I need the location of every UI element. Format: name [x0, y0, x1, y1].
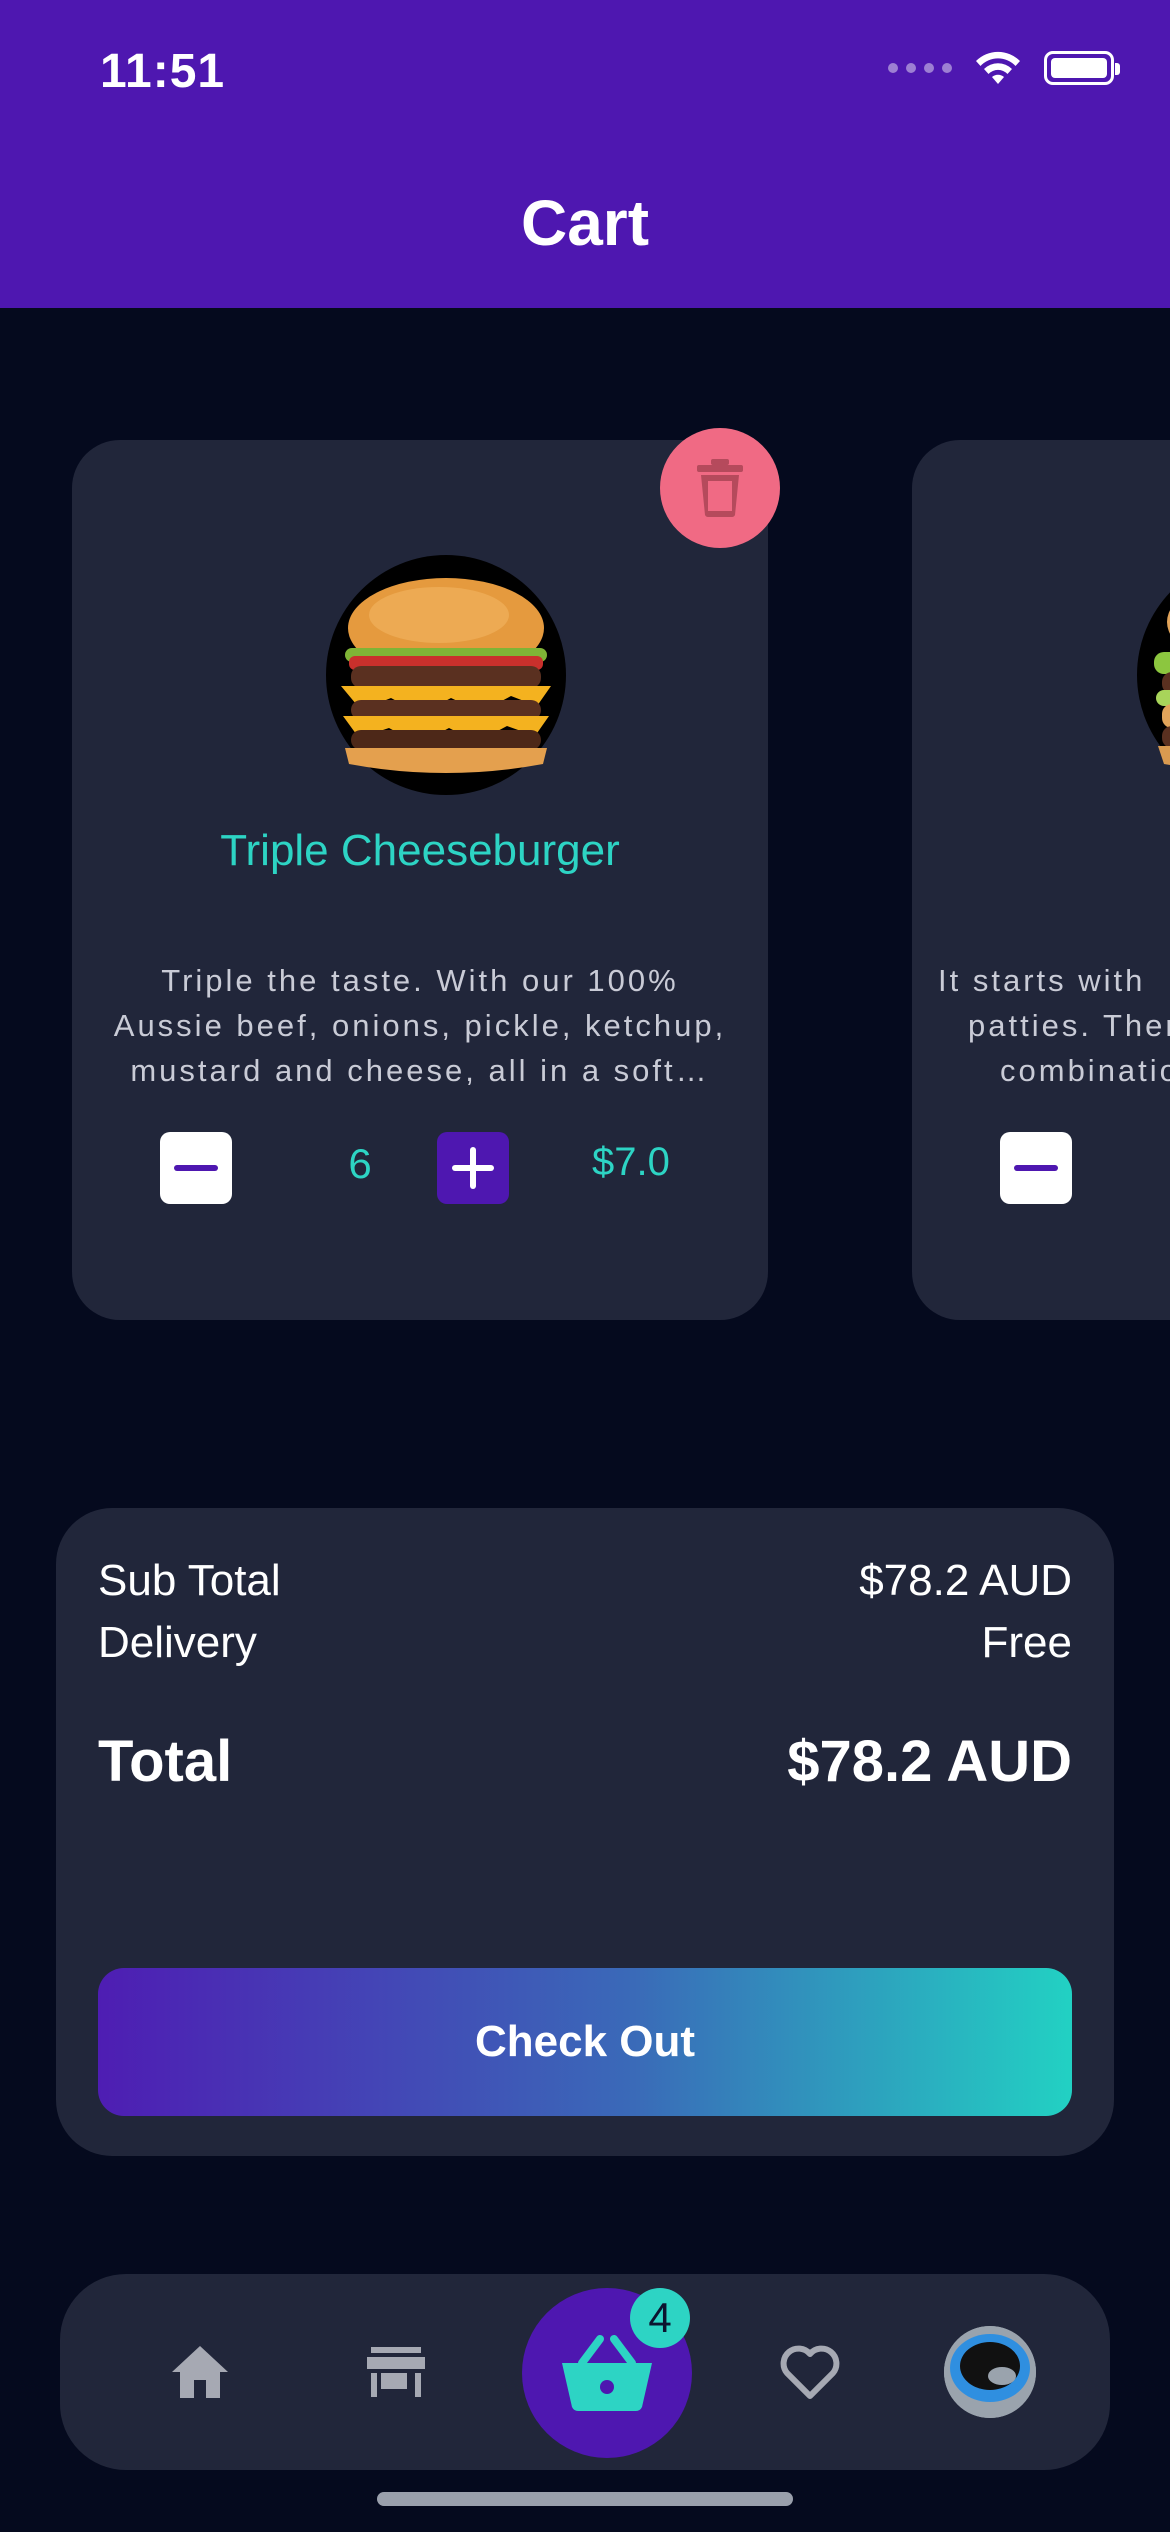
status-icons [888, 50, 1120, 86]
subtotal-label: Sub Total [98, 1556, 281, 1605]
decrease-quantity-button[interactable] [160, 1132, 232, 1204]
avatar [944, 2326, 1036, 2418]
cart-item-card[interactable]: Triple Cheeseburger Triple the taste. Wi… [72, 440, 768, 1320]
product-image [1137, 555, 1170, 795]
total-value: $78.2 AUD [787, 1729, 1072, 1794]
item-price: $7.0 [592, 1140, 670, 1184]
order-summary: Sub Total $78.2 AUD Delivery Free Total … [56, 1508, 1114, 2156]
increase-quantity-button[interactable] [437, 1132, 509, 1204]
trash-icon [697, 459, 743, 517]
delivery-row: Delivery Free [98, 1618, 1072, 1668]
subtotal-value: $78.2 AUD [859, 1556, 1072, 1605]
product-name: Triple Cheeseburger [220, 826, 620, 875]
cart-screen: 11:51 Cart Triple Cheeseburger Triple th… [0, 0, 1170, 2532]
basket-icon [562, 2335, 652, 2411]
header-bar: 11:51 Cart [0, 0, 1170, 308]
total-row: Total $78.2 AUD [98, 1728, 1072, 1795]
burger-image [341, 578, 551, 773]
nav-home[interactable] [150, 2322, 250, 2422]
nav-store[interactable] [346, 2322, 446, 2422]
cart-count-badge: 4 [630, 2288, 690, 2348]
quantity-value: 6 [348, 1140, 372, 1187]
heart-icon [780, 2345, 840, 2399]
decrease-quantity-button[interactable] [1000, 1132, 1072, 1204]
cellular-signal-icon [888, 63, 952, 73]
status-time: 11:51 [100, 45, 226, 98]
product-image [326, 555, 566, 795]
product-description: It starts with patties. Ther combinatio [938, 963, 1170, 1088]
checkout-button[interactable]: Check Out [98, 1968, 1072, 2116]
nav-favorites[interactable] [760, 2322, 860, 2422]
store-icon [367, 2347, 425, 2397]
wifi-icon [976, 51, 1020, 84]
product-description: Triple the taste. With our 100% Aussie b… [113, 963, 727, 1088]
total-label: Total [98, 1729, 233, 1794]
delivery-value: Free [981, 1618, 1072, 1667]
delivery-label: Delivery [98, 1618, 257, 1667]
avatar-image [944, 2326, 1036, 2418]
bottom-navigation: 4 [60, 2274, 1110, 2470]
nav-profile[interactable] [940, 2322, 1040, 2422]
home-indicator [377, 2492, 793, 2506]
burger-image [1154, 610, 1170, 765]
subtotal-row: Sub Total $78.2 AUD [98, 1556, 1072, 1606]
page-title: Cart [520, 187, 650, 259]
delete-item-button[interactable] [660, 428, 780, 548]
battery-icon [1044, 51, 1120, 85]
home-icon [172, 2346, 228, 2398]
cart-item-card[interactable]: It starts with patties. Ther combinatio [912, 440, 1170, 1320]
